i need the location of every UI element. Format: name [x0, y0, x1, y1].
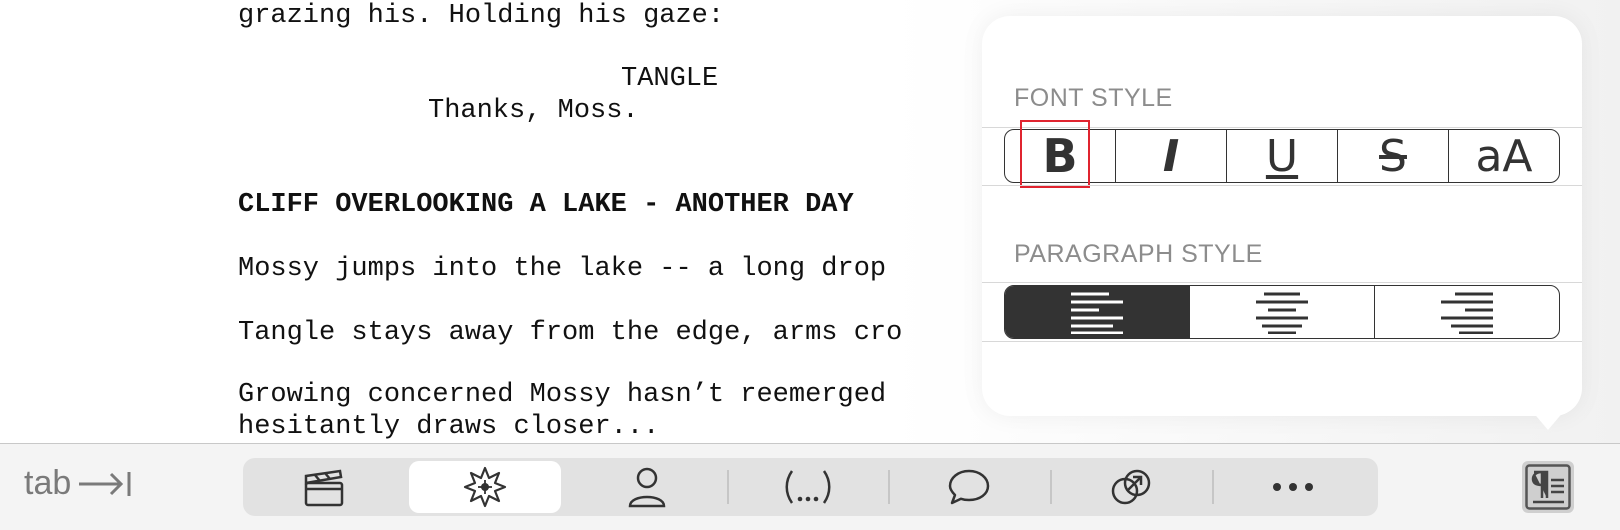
parenthetical-icon — [785, 470, 831, 504]
parenthetical-button[interactable] — [733, 461, 883, 513]
underline-button[interactable]: U — [1226, 130, 1337, 182]
tab-button[interactable]: tab — [24, 464, 133, 503]
more-button[interactable] — [1218, 461, 1368, 513]
dialogue-line[interactable]: Thanks, Moss. — [428, 95, 639, 127]
align-right-button[interactable] — [1374, 286, 1559, 338]
tab-label: tab — [24, 464, 72, 502]
format-toggle-button[interactable] — [1522, 461, 1574, 513]
divider — [982, 127, 1582, 128]
action-line[interactable]: Growing concerned Mossy hasn’t reemerged — [238, 379, 886, 411]
align-center-icon — [1256, 292, 1308, 334]
scene-heading-button[interactable] — [249, 461, 399, 513]
align-center-button[interactable] — [1189, 286, 1374, 338]
character-name[interactable]: TANGLE — [621, 63, 718, 95]
case-button[interactable]: aA — [1448, 130, 1559, 182]
align-left-icon — [1071, 292, 1123, 334]
strikethrough-icon: S — [1379, 130, 1407, 182]
speech-bubble-icon — [948, 469, 990, 505]
character-button[interactable] — [572, 461, 722, 513]
toolbar-separator — [1050, 470, 1052, 504]
divider — [982, 341, 1582, 342]
popover-arrow — [1526, 404, 1570, 430]
action-line[interactable]: Mossy jumps into the lake -- a long drop — [238, 253, 886, 285]
person-icon — [628, 467, 666, 508]
align-right-icon — [1441, 292, 1493, 334]
italic-button[interactable]: I — [1115, 130, 1226, 182]
paragraph-style-segmented-control — [1004, 285, 1560, 339]
clapperboard-icon — [304, 469, 344, 507]
transition-icon — [1111, 469, 1151, 505]
action-line[interactable]: hesitantly draws closer... — [238, 411, 659, 443]
font-style-segmented-control: B I U S aA — [1004, 129, 1560, 183]
align-left-button[interactable] — [1005, 286, 1189, 338]
divider — [982, 185, 1582, 186]
burst-icon — [463, 466, 507, 508]
toolbar-separator — [1212, 470, 1214, 504]
transition-button[interactable] — [1056, 461, 1206, 513]
divider — [982, 282, 1582, 283]
format-popover — [982, 16, 1582, 416]
script-line[interactable]: grazing his. Holding his gaze: — [238, 0, 724, 32]
tab-arrow-icon — [79, 471, 131, 496]
underline-icon: U — [1265, 130, 1299, 182]
bold-icon: B — [1042, 129, 1078, 183]
case-icon: aA — [1475, 130, 1533, 182]
toolbar-separator — [888, 470, 890, 504]
action-line[interactable]: Tangle stays away from the edge, arms cr… — [238, 317, 902, 349]
paragraph-format-icon — [1525, 464, 1571, 510]
scene-heading[interactable]: CLIFF OVERLOOKING A LAKE - ANOTHER DAY — [238, 189, 854, 221]
strikethrough-button[interactable]: S — [1337, 130, 1448, 182]
italic-icon: I — [1162, 130, 1180, 182]
font-style-label: FONT STYLE — [1014, 84, 1173, 112]
dialogue-button[interactable] — [894, 461, 1044, 513]
toolbar-separator — [727, 470, 729, 504]
paragraph-style-label: PARAGRAPH STYLE — [1014, 240, 1263, 268]
action-button[interactable] — [409, 461, 561, 513]
bold-button[interactable]: B — [1005, 130, 1115, 182]
ellipsis-icon — [1273, 483, 1313, 491]
